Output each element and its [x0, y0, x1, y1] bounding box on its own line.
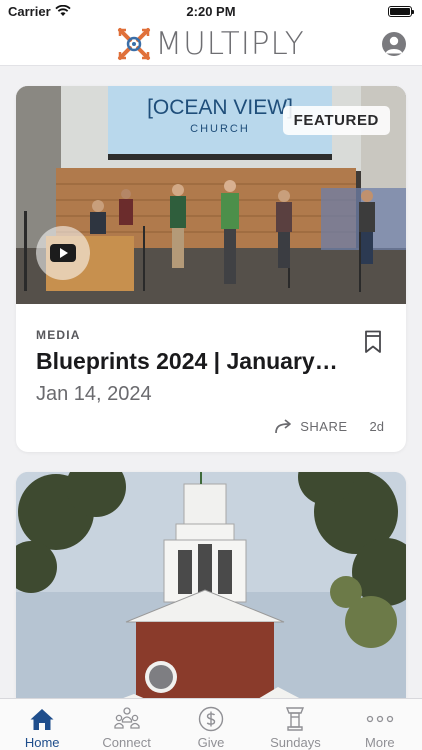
- tab-label-more: More: [365, 735, 395, 750]
- worship-stage-image[interactable]: [OCEAN VIEW] CHURCH FEATURED: [16, 86, 406, 304]
- status-bar: Carrier 2:20 PM: [0, 0, 422, 22]
- play-icon: [50, 244, 76, 262]
- featured-badge: FEATURED: [282, 106, 390, 135]
- dollar-icon: [197, 705, 225, 732]
- card-body[interactable]: MEDIA Blueprints 2024 | January… Jan 14,…: [16, 304, 406, 452]
- content-feed[interactable]: [OCEAN VIEW] CHURCH FEATURED MEDIA Bluep…: [0, 66, 422, 698]
- ellipsis-icon: [366, 705, 394, 732]
- pulpit-icon: [281, 705, 309, 732]
- play-video-button[interactable]: [36, 226, 90, 280]
- status-left: Carrier: [8, 4, 71, 19]
- steeple-photo: [16, 472, 406, 698]
- tab-sundays[interactable]: Sundays: [253, 699, 337, 750]
- battery-icon: [388, 5, 414, 17]
- card-date: Jan 14, 2024: [36, 383, 152, 405]
- app-header: MULTIPLY: [0, 22, 422, 66]
- tab-label-home: Home: [24, 735, 60, 750]
- card-actions: SHARE 2d: [274, 418, 384, 434]
- home-icon: [28, 705, 56, 732]
- wifi-icon: [55, 5, 71, 16]
- tab-bar: Home Connect Give Sundays More: [0, 698, 422, 750]
- screen-text-1: [OCEAN VIEW]: [147, 96, 293, 119]
- tab-label-give: Give: [197, 735, 225, 750]
- user-icon: [385, 36, 403, 54]
- tab-more[interactable]: More: [338, 699, 422, 750]
- church-steeple-image[interactable]: [16, 472, 406, 698]
- profile-avatar-button[interactable]: [382, 32, 406, 56]
- bookmark-icon: [365, 330, 381, 353]
- logo-text: MULTIPLY: [155, 25, 305, 62]
- carrier-label: Carrier: [8, 3, 51, 19]
- post-age: 2d: [369, 418, 384, 434]
- screen-text-2: CHURCH: [190, 123, 250, 135]
- card-category: MEDIA: [36, 328, 81, 342]
- share-arrow-icon: [275, 419, 292, 434]
- multiply-logo-mark-icon: [118, 27, 151, 60]
- card-title[interactable]: Blueprints 2024 | January…: [36, 348, 356, 375]
- tab-connect[interactable]: Connect: [84, 699, 168, 750]
- tab-give[interactable]: Give: [169, 699, 253, 750]
- tab-label-sundays: Sundays: [270, 735, 321, 750]
- tab-home[interactable]: Home: [0, 699, 84, 750]
- share-label: SHARE: [300, 418, 348, 434]
- content-card[interactable]: [16, 472, 406, 698]
- featured-media-card[interactable]: [OCEAN VIEW] CHURCH FEATURED MEDIA Bluep…: [16, 86, 406, 452]
- bookmark-button[interactable]: [364, 330, 382, 359]
- share-button[interactable]: SHARE: [274, 418, 347, 434]
- multiply-logo: MULTIPLY: [117, 26, 304, 62]
- tab-label-connect: Connect: [102, 735, 151, 750]
- people-icon: [113, 705, 141, 732]
